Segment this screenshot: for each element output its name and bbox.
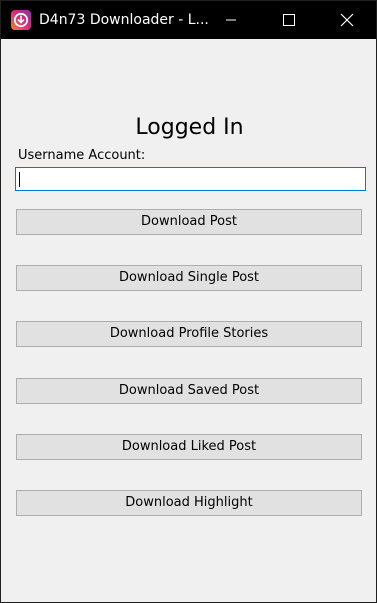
text-caret (19, 172, 20, 187)
username-input[interactable] (15, 167, 366, 191)
app-window: D4n73 Downloader - L... Logged In Userna… (0, 0, 377, 603)
username-label: Username Account: (18, 148, 146, 163)
minimize-button[interactable] (202, 1, 260, 39)
window-title: D4n73 Downloader - L... (39, 12, 209, 28)
download-highlight-button[interactable]: Download Highlight (16, 490, 362, 516)
maximize-icon (283, 14, 295, 26)
download-icon (11, 10, 31, 30)
download-liked-post-button[interactable]: Download Liked Post (16, 434, 362, 460)
minimize-icon (226, 19, 236, 21)
download-single-post-button[interactable]: Download Single Post (16, 265, 362, 291)
download-saved-post-button[interactable]: Download Saved Post (16, 378, 362, 404)
close-button[interactable] (318, 1, 376, 39)
title-bar[interactable]: D4n73 Downloader - L... (1, 1, 376, 39)
maximize-button[interactable] (260, 1, 318, 39)
download-post-button[interactable]: Download Post (16, 209, 362, 235)
download-profile-stories-button[interactable]: Download Profile Stories (16, 321, 362, 347)
close-icon (340, 13, 354, 27)
status-heading: Logged In (135, 115, 244, 140)
